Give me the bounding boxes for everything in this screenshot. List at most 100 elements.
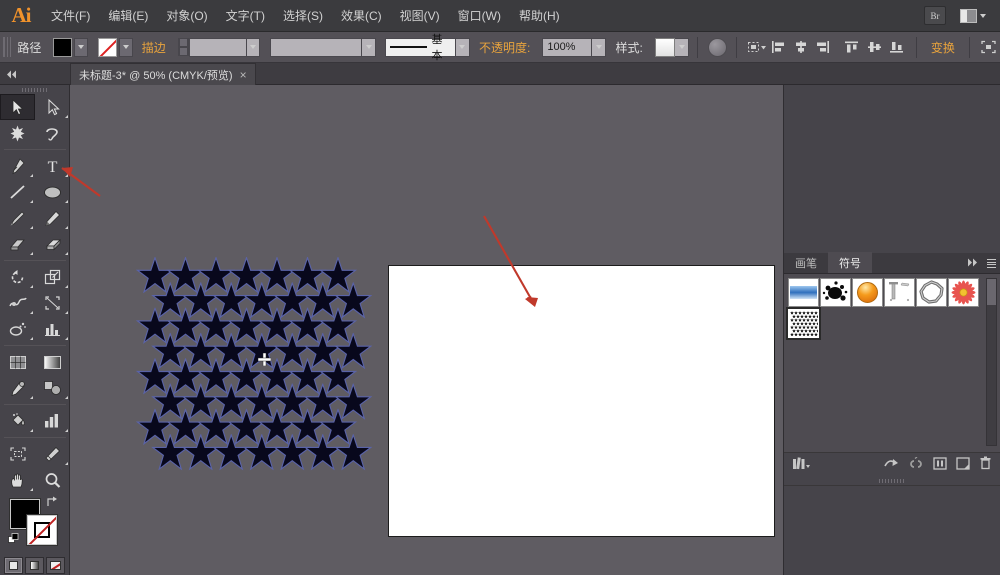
align-top-icon[interactable]	[842, 37, 862, 57]
stroke-weight-input[interactable]	[189, 38, 247, 57]
menu-edit[interactable]: 编辑(E)	[99, 0, 157, 32]
stroke-profile-input[interactable]	[270, 38, 363, 57]
symbol-star-pattern[interactable]	[788, 309, 819, 338]
opacity-dropdown-icon[interactable]	[592, 38, 606, 57]
symbol-ring[interactable]	[916, 278, 947, 307]
live-paint-selection-tool[interactable]	[35, 408, 70, 434]
isolate-icon[interactable]	[979, 37, 999, 57]
gradient-mode-button[interactable]	[25, 557, 44, 574]
menu-help[interactable]: 帮助(H)	[510, 0, 569, 32]
mesh-tool[interactable]	[0, 349, 35, 375]
align-center-v-icon[interactable]	[865, 37, 885, 57]
symbol-ink-splat[interactable]	[820, 278, 851, 307]
align-right-icon[interactable]	[813, 37, 833, 57]
menu-view[interactable]: 视图(V)	[391, 0, 449, 32]
menu-type[interactable]: 文字(T)	[217, 0, 274, 32]
document-tab[interactable]: 未标题-3* @ 50% (CMYK/预览) ×	[70, 63, 256, 85]
eyedropper-tool[interactable]	[0, 375, 35, 401]
control-bar-grip[interactable]	[3, 37, 11, 57]
gradient-tool[interactable]	[35, 349, 70, 375]
type-tool[interactable]: T	[35, 153, 70, 179]
stepper-down[interactable]	[178, 47, 189, 56]
artboard-tool[interactable]	[0, 441, 35, 467]
none-mode-button[interactable]	[46, 557, 65, 574]
direct-selection-tool[interactable]	[35, 94, 70, 120]
selection-tool[interactable]	[0, 94, 35, 120]
menu-select[interactable]: 选择(S)	[274, 0, 332, 32]
pen-tool[interactable]	[0, 153, 35, 179]
stroke-swatch-group[interactable]	[98, 38, 133, 57]
symbol-options-icon[interactable]	[933, 457, 947, 473]
stroke-color-box-none[interactable]	[27, 515, 57, 545]
free-transform-tool[interactable]	[35, 290, 70, 316]
lasso-tool[interactable]	[35, 120, 70, 146]
break-link-icon[interactable]	[908, 457, 924, 473]
transform-label[interactable]: 变换	[931, 39, 955, 56]
align-left-icon[interactable]	[768, 37, 788, 57]
symbol-orange-sphere[interactable]	[852, 278, 883, 307]
align-center-h-icon[interactable]	[791, 37, 811, 57]
symbol-sky[interactable]	[788, 278, 819, 307]
fill-dropdown-icon[interactable]	[74, 38, 88, 57]
close-icon[interactable]: ×	[240, 68, 247, 82]
fill-swatch-group[interactable]	[53, 38, 88, 57]
artboard[interactable]	[388, 265, 775, 537]
column-graph-tool[interactable]	[35, 316, 70, 342]
arrange-documents-button[interactable]	[960, 9, 986, 23]
place-symbol-instance-icon[interactable]	[884, 457, 899, 473]
stroke-weight-dropdown-icon[interactable]	[247, 38, 261, 57]
paintbrush-tool[interactable]	[0, 205, 35, 231]
panel-resize-grip[interactable]	[784, 476, 1000, 485]
tools-panel-grip[interactable]	[0, 85, 69, 94]
align-options-icon[interactable]	[746, 37, 766, 57]
menu-effect[interactable]: 效果(C)	[332, 0, 391, 32]
recolor-artwork-icon[interactable]	[707, 37, 727, 57]
stroke-dropdown-icon[interactable]	[119, 38, 133, 57]
symbol-sprayer-tool[interactable]	[0, 316, 35, 342]
menu-file[interactable]: 文件(F)	[42, 0, 99, 32]
tab-brushes[interactable]: 画笔	[784, 252, 828, 273]
menu-object[interactable]: 对象(O)	[157, 0, 216, 32]
tab-symbols[interactable]: 符号	[828, 252, 872, 273]
brush-definition-preview[interactable]: 基本	[385, 38, 456, 57]
zoom-tool[interactable]	[35, 467, 70, 493]
align-bottom-icon[interactable]	[887, 37, 907, 57]
delete-symbol-icon[interactable]	[979, 456, 992, 473]
live-paint-bucket-tool[interactable]	[0, 408, 35, 434]
hand-tool[interactable]	[0, 467, 35, 493]
color-mode-button[interactable]	[4, 557, 23, 574]
default-fill-stroke-icon[interactable]	[8, 533, 20, 545]
blob-brush-tool[interactable]	[0, 231, 35, 257]
swap-fill-stroke-icon[interactable]	[46, 496, 58, 508]
symbol-tool[interactable]	[884, 278, 915, 307]
symbol-libraries-icon[interactable]	[792, 456, 810, 473]
rotate-tool[interactable]	[0, 264, 35, 290]
opacity-input[interactable]: 100%	[542, 38, 592, 57]
graphic-style-swatch[interactable]	[655, 38, 675, 57]
stroke-profile-dropdown-icon[interactable]	[362, 38, 376, 57]
scale-tool[interactable]	[35, 264, 70, 290]
collapse-panel-icon[interactable]	[3, 63, 21, 85]
pencil-tool[interactable]	[35, 205, 70, 231]
line-segment-tool[interactable]	[0, 179, 35, 205]
scrollbar-thumb[interactable]	[987, 279, 996, 305]
panel-menu-icon[interactable]	[987, 259, 996, 268]
canvas-area[interactable]	[70, 85, 783, 575]
stroke-color-swatch-none[interactable]	[98, 38, 117, 57]
new-symbol-icon[interactable]	[956, 457, 970, 473]
bridge-icon[interactable]: Br	[924, 6, 946, 25]
stepper-up[interactable]	[178, 38, 189, 47]
expand-panel-icon[interactable]	[967, 258, 980, 270]
symbol-flower[interactable]	[948, 278, 979, 307]
slice-tool[interactable]	[35, 441, 70, 467]
menu-window[interactable]: 窗口(W)	[449, 0, 510, 32]
stroke-weight-stepper[interactable]	[178, 38, 189, 56]
magic-wand-tool[interactable]	[0, 120, 35, 146]
ellipse-tool[interactable]	[35, 179, 70, 205]
blend-tool[interactable]	[35, 375, 70, 401]
warp-tool[interactable]	[0, 290, 35, 316]
symbols-scrollbar[interactable]	[986, 278, 997, 446]
fill-color-swatch[interactable]	[53, 38, 72, 57]
style-dropdown-icon[interactable]	[675, 38, 689, 57]
eraser-tool[interactable]	[35, 231, 70, 257]
